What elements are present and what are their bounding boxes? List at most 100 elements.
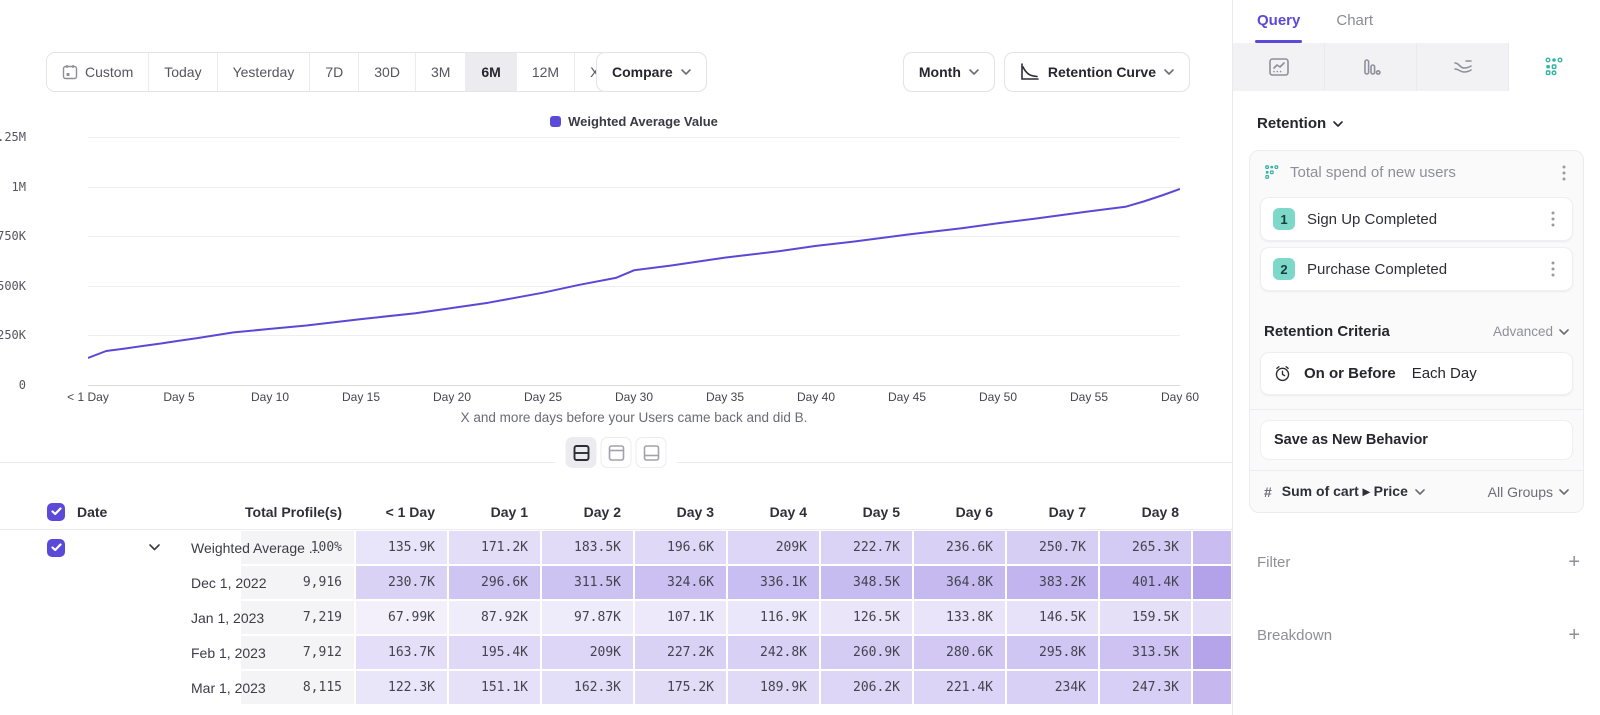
filter-section: Filter + — [1233, 551, 1600, 574]
retention-value-cell[interactable]: 146.5K — [1006, 600, 1099, 635]
row-label-cell[interactable]: Dec 1, 2022 — [0, 565, 240, 600]
retention-icon[interactable] — [1509, 43, 1600, 91]
criteria-card[interactable]: On or Before Each Day — [1260, 352, 1573, 395]
retention-section-header[interactable]: Retention — [1233, 91, 1600, 146]
weighted-average-line — [88, 137, 1180, 385]
retention-value-cell[interactable]: 311.5K — [541, 565, 634, 600]
kebab-menu-icon[interactable] — [1557, 165, 1571, 181]
range-today[interactable]: Today — [149, 53, 217, 91]
measure-row: # Sum of cart ▸ Price All Groups — [1250, 471, 1583, 512]
retention-value-cell[interactable]: 209K — [727, 530, 820, 565]
row-checkbox[interactable] — [47, 539, 65, 557]
retention-value-cell[interactable]: 348.5K — [820, 565, 913, 600]
range-6m[interactable]: 6M — [466, 53, 516, 91]
retention-value-cell[interactable]: 171.2K — [448, 530, 541, 565]
retention-value-cell[interactable]: 97.87K — [541, 600, 634, 635]
retention-value-cell[interactable]: 364.8K — [913, 565, 1006, 600]
retention-value-cell[interactable]: 221.4K — [913, 670, 1006, 705]
measure-dropdown[interactable]: Sum of cart ▸ Price — [1282, 483, 1425, 500]
behavior-group-card: Total spend of new users 1Sign Up Comple… — [1249, 150, 1584, 513]
retention-value-cell[interactable]: 206.2K — [820, 670, 913, 705]
retention-value-cell[interactable]: 159.5K — [1099, 600, 1192, 635]
retention-value-cell[interactable]: 163.7K — [355, 635, 448, 670]
column-header: Day 3 — [634, 494, 727, 529]
retention-value-cell[interactable]: 250.7K — [1006, 530, 1099, 565]
row-label-cell[interactable]: Mar 1, 2023 — [0, 670, 240, 705]
retention-value-cell[interactable]: 234K — [1006, 670, 1099, 705]
range-3m[interactable]: 3M — [416, 53, 466, 91]
retention-value-cell[interactable]: 236.6K — [913, 530, 1006, 565]
chevron-down-icon[interactable] — [149, 544, 160, 551]
retention-value-cell[interactable]: 242.8K — [727, 635, 820, 670]
add-breakdown-button[interactable]: + — [1568, 624, 1580, 647]
table-row: Jan 1, 20237,21967.99K87.92K97.87K107.1K… — [0, 600, 1232, 635]
range-custom[interactable]: Custom — [47, 53, 149, 91]
layout-toggle-footer-band[interactable] — [636, 437, 667, 468]
add-filter-button[interactable]: + — [1568, 551, 1580, 574]
save-behavior-button[interactable]: Save as New Behavior — [1260, 420, 1573, 460]
retention-value-cell[interactable]: 324.6K — [634, 565, 727, 600]
row-label-cell[interactable]: Weighted Average ... — [0, 530, 240, 565]
all-groups-label: All Groups — [1488, 484, 1553, 500]
retention-value-cell[interactable]: 126.5K — [820, 600, 913, 635]
advanced-dropdown[interactable]: Advanced — [1493, 324, 1569, 339]
layout-toggle-split-rows[interactable] — [566, 437, 597, 468]
retention-value-cell[interactable]: 230.7K — [355, 565, 448, 600]
event-step-1[interactable]: 1Sign Up Completed — [1260, 197, 1573, 241]
retention-value-cell[interactable]: 189.9K — [727, 670, 820, 705]
row-label-cell[interactable]: Feb 1, 2023 — [0, 635, 240, 670]
kebab-menu-icon[interactable] — [1546, 211, 1560, 227]
number-property-icon: # — [1264, 484, 1272, 500]
funnels-icon[interactable] — [1325, 43, 1417, 91]
all-groups-dropdown[interactable]: All Groups — [1488, 484, 1569, 500]
granularity-button[interactable]: Month — [903, 52, 995, 92]
tab-query[interactable]: Query — [1257, 12, 1300, 43]
retention-value-cell[interactable]: 222.7K — [820, 530, 913, 565]
retention-value-cell[interactable]: 227.2K — [634, 635, 727, 670]
retention-value-cell[interactable]: 209K — [541, 635, 634, 670]
retention-value-cell[interactable]: 401.4K — [1099, 565, 1192, 600]
cutoff-cell — [1192, 565, 1232, 600]
retention-value-cell[interactable]: 107.1K — [634, 600, 727, 635]
insights-icon[interactable] — [1233, 43, 1325, 91]
retention-value-cell[interactable]: 67.99K — [355, 600, 448, 635]
row-label-cell[interactable]: Jan 1, 2023 — [0, 600, 240, 635]
select-all-checkbox[interactable] — [47, 503, 65, 521]
retention-value-cell[interactable]: 336.1K — [727, 565, 820, 600]
tab-chart[interactable]: Chart — [1336, 12, 1373, 43]
range-7d[interactable]: 7D — [310, 53, 359, 91]
retention-value-cell[interactable]: 247.3K — [1099, 670, 1192, 705]
x-tick-label: Day 50 — [979, 390, 1017, 404]
query-sidebar: Query Chart — [1232, 0, 1600, 715]
retention-value-cell[interactable]: 260.9K — [820, 635, 913, 670]
retention-value-cell[interactable]: 175.2K — [634, 670, 727, 705]
retention-value-cell[interactable]: 383.2K — [1006, 565, 1099, 600]
behavior-group-header[interactable]: Total spend of new users — [1250, 151, 1583, 191]
compare-button[interactable]: Compare — [596, 52, 707, 92]
range-12m[interactable]: 12M — [517, 53, 575, 91]
flows-icon[interactable] — [1417, 43, 1509, 91]
retention-value-cell[interactable]: 196.6K — [634, 530, 727, 565]
retention-value-cell[interactable]: 87.92K — [448, 600, 541, 635]
retention-value-cell[interactable]: 183.5K — [541, 530, 634, 565]
layout-toggle-header-band[interactable] — [601, 437, 632, 468]
range-30d[interactable]: 30D — [359, 53, 416, 91]
retention-value-cell[interactable]: 116.9K — [727, 600, 820, 635]
y-tick-label: 1.25M — [0, 130, 26, 144]
chart-type-button[interactable]: Retention Curve — [1004, 52, 1190, 92]
retention-value-cell[interactable]: 195.4K — [448, 635, 541, 670]
kebab-menu-icon[interactable] — [1546, 261, 1560, 277]
range-yesterday[interactable]: Yesterday — [218, 53, 311, 91]
event-step-2[interactable]: 2Purchase Completed — [1260, 247, 1573, 291]
retention-value-cell[interactable]: 162.3K — [541, 670, 634, 705]
retention-value-cell[interactable]: 135.9K — [355, 530, 448, 565]
retention-value-cell[interactable]: 122.3K — [355, 670, 448, 705]
retention-value-cell[interactable]: 133.8K — [913, 600, 1006, 635]
retention-line-chart[interactable]: 0250K500K750K1M1.25M — [88, 137, 1180, 385]
retention-value-cell[interactable]: 313.5K — [1099, 635, 1192, 670]
retention-value-cell[interactable]: 296.6K — [448, 565, 541, 600]
retention-value-cell[interactable]: 151.1K — [448, 670, 541, 705]
retention-value-cell[interactable]: 265.3K — [1099, 530, 1192, 565]
retention-value-cell[interactable]: 295.8K — [1006, 635, 1099, 670]
retention-value-cell[interactable]: 280.6K — [913, 635, 1006, 670]
